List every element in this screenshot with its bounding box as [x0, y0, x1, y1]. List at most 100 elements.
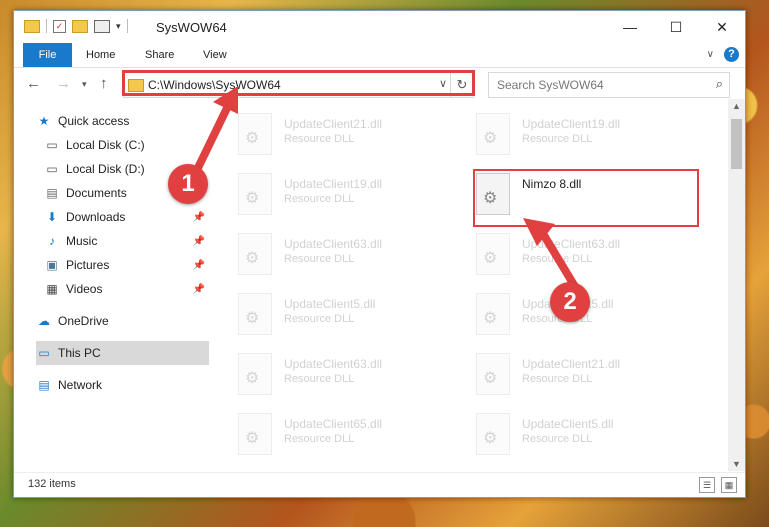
vertical-scrollbar[interactable]: ▲ ▼	[728, 99, 745, 471]
sidebar-item-quick-access[interactable]: ★ Quick access	[36, 109, 231, 133]
customize-toolbar-icon[interactable]: ▾	[116, 21, 121, 32]
dll-file-icon	[238, 113, 272, 155]
quick-access-toolbar: ✓ ▾	[24, 19, 128, 33]
file-item[interactable]: UpdateClient65.dll Resource DLL	[224, 407, 444, 463]
callout-badge-1: 1	[168, 164, 208, 204]
tab-share[interactable]: Share	[145, 43, 174, 67]
maximize-button[interactable]: ☐	[653, 11, 699, 43]
file-explorer-window: ✓ ▾ SysWOW64 — ☐ ✕ File Home Share View …	[13, 10, 746, 498]
navigation-bar: ← → ▾ ↑ C:\Windows\SysWOW64 ∨ ↻ Search S…	[14, 69, 745, 99]
file-item[interactable]: UpdateClient21.dll Resource DLL	[462, 347, 682, 403]
sidebar-item-pictures[interactable]: ▣ Pictures 📌	[44, 253, 209, 277]
sidebar-item-network[interactable]: ▤ Network	[36, 373, 231, 397]
sidebar-item-local-disk-c[interactable]: ▭ Local Disk (C:)	[44, 133, 209, 157]
file-item[interactable]: UpdateClient63.dll Resource DLL	[224, 347, 444, 403]
sidebar-item-label: OneDrive	[58, 314, 109, 328]
sidebar-item-label: Documents	[66, 186, 127, 200]
properties-check-icon[interactable]: ✓	[53, 19, 66, 33]
recent-locations-icon[interactable]: ▾	[82, 79, 87, 90]
file-item[interactable]: UpdateClient21.dll Resource DLL	[224, 107, 444, 163]
file-type: Resource DLL	[522, 253, 593, 265]
file-name: UpdateClient63.dll	[284, 357, 383, 371]
star-icon: ★	[38, 114, 50, 128]
dll-file-icon	[238, 173, 272, 215]
file-item[interactable]: UpdateClient19.dll Resource DLL	[462, 107, 682, 163]
file-highlight-box	[473, 169, 699, 227]
scroll-up-icon[interactable]: ▲	[732, 101, 741, 111]
file-list: UpdateClient21.dll Resource DLL UpdateCl…	[224, 99, 726, 469]
file-item[interactable]: UpdateClient5.dll Resource DLL	[224, 287, 444, 343]
pin-icon: 📌	[192, 211, 205, 223]
sidebar-item-videos[interactable]: ▦ Videos 📌	[44, 277, 209, 301]
dll-file-icon	[476, 413, 510, 455]
properties-icon[interactable]	[94, 19, 110, 33]
sidebar-item-label: Network	[58, 378, 103, 392]
status-bar: 132 items ☰ ▦	[14, 472, 745, 497]
toolbar-separator	[46, 19, 47, 33]
sidebar-item-onedrive[interactable]: ☁ OneDrive	[36, 309, 231, 333]
file-type: Resource DLL	[284, 313, 355, 325]
large-icons-view-icon[interactable]: ▦	[721, 477, 737, 493]
pictures-icon: ▣	[46, 258, 58, 272]
file-type: Resource DLL	[284, 433, 355, 445]
file-type: Resource DLL	[522, 433, 593, 445]
title-bar: ✓ ▾ SysWOW64 — ☐ ✕	[14, 11, 745, 43]
file-item[interactable]: UpdateClient63.dll Resource DLL	[224, 227, 444, 283]
computer-icon: ▭	[38, 346, 50, 360]
dll-file-icon	[476, 113, 510, 155]
help-icon[interactable]: ?	[724, 47, 739, 62]
download-icon: ⬇	[46, 210, 58, 224]
file-item[interactable]: UpdateClient63.dll Resource DLL	[462, 227, 682, 283]
file-name: UpdateClient19.dll	[284, 177, 383, 191]
file-name: UpdateClient63.dll	[284, 237, 383, 251]
folder-icon[interactable]	[24, 19, 40, 33]
tab-file[interactable]: File	[23, 43, 72, 67]
cloud-icon: ☁	[38, 314, 50, 328]
sidebar-item-music[interactable]: ♪ Music 📌	[44, 229, 209, 253]
documents-icon: ▤	[46, 186, 58, 200]
dll-file-icon	[238, 293, 272, 335]
tab-home[interactable]: Home	[86, 43, 115, 67]
search-box[interactable]: Search SysWOW64 ⌕	[488, 72, 730, 98]
tab-view[interactable]: View	[203, 43, 227, 67]
sidebar-item-label: Videos	[66, 282, 103, 296]
back-arrow-icon[interactable]: ←	[26, 75, 41, 92]
file-name: UpdateClient63.dll	[522, 237, 621, 251]
ribbon-tabs: File Home Share View ∨ ?	[14, 43, 745, 68]
drive-icon: ▭	[46, 162, 58, 176]
dll-file-icon	[238, 233, 272, 275]
scroll-down-icon[interactable]: ▼	[732, 459, 741, 469]
sidebar-item-downloads[interactable]: ⬇ Downloads 📌	[44, 205, 209, 229]
file-type: Resource DLL	[284, 253, 355, 265]
forward-arrow-icon[interactable]: →	[56, 75, 71, 92]
up-arrow-icon[interactable]: ↑	[100, 75, 108, 92]
file-type: Resource DLL	[284, 133, 355, 145]
new-folder-icon[interactable]	[72, 19, 88, 33]
search-placeholder: Search SysWOW64	[497, 78, 604, 92]
toolbar-separator	[126, 19, 128, 33]
file-item[interactable]: UpdateClient5.dll Resource DLL	[462, 407, 682, 463]
navigation-pane: ★ Quick access ▭ Local Disk (C:) ▭ Local…	[14, 99, 211, 469]
expand-ribbon-icon[interactable]: ∨	[707, 49, 714, 60]
minimize-button[interactable]: —	[607, 11, 653, 43]
file-name: UpdateClient21.dll	[522, 357, 621, 371]
close-button[interactable]: ✕	[699, 11, 745, 43]
details-view-icon[interactable]: ☰	[699, 477, 715, 493]
file-name: UpdateClient5.dll	[284, 297, 376, 311]
file-item[interactable]: UpdateClient19.dll Resource DLL	[224, 167, 444, 223]
dll-file-icon	[238, 353, 272, 395]
dll-file-icon	[238, 413, 272, 455]
address-highlight-box	[122, 70, 475, 96]
file-name: UpdateClient65.dll	[284, 417, 383, 431]
sidebar-item-this-pc[interactable]: ▭ This PC	[36, 341, 209, 365]
callout-badge-2: 2	[550, 282, 590, 322]
dll-file-icon	[476, 233, 510, 275]
pin-icon: 📌	[192, 259, 205, 271]
file-name: UpdateClient19.dll	[522, 117, 621, 131]
pin-icon: 📌	[192, 283, 205, 295]
dll-file-icon	[476, 293, 510, 335]
search-icon[interactable]: ⌕	[716, 76, 723, 92]
sidebar-item-label: Downloads	[66, 210, 126, 224]
scrollbar-thumb[interactable]	[731, 119, 742, 169]
pin-icon: 📌	[192, 235, 205, 247]
